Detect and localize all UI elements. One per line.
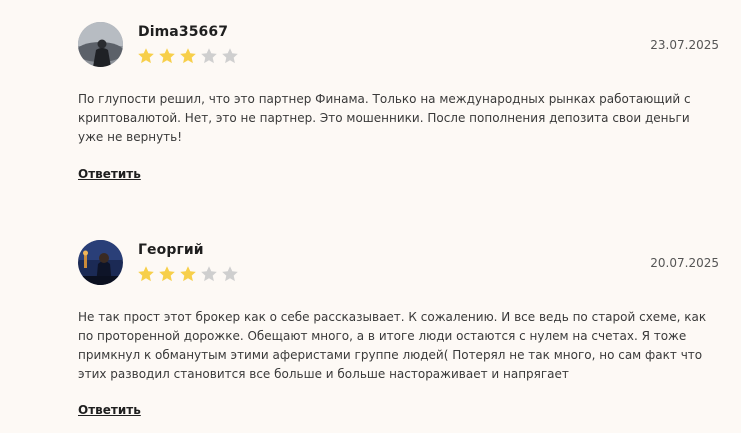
avatar <box>78 240 123 285</box>
reply-link[interactable]: Ответить <box>78 167 141 181</box>
star-filled-icon <box>138 266 154 282</box>
review-text: По глупости решил, что это партнер Финам… <box>78 92 691 144</box>
review-date: 20.07.2025 <box>650 256 719 270</box>
star-filled-icon <box>180 266 196 282</box>
review-date: 23.07.2025 <box>650 38 719 52</box>
reviews-list: Dima35667 23.07.2025 По глупости решил, … <box>0 0 741 433</box>
review-text: Не так прост этот брокер как о себе расс… <box>78 310 707 381</box>
rating-stars <box>137 47 239 65</box>
review-author: Dima35667 <box>138 24 229 40</box>
star-empty-icon <box>222 266 238 282</box>
rating-stars <box>137 265 239 283</box>
star-empty-icon <box>201 48 217 64</box>
reply-link[interactable]: Ответить <box>78 403 141 417</box>
star-filled-icon <box>180 48 196 64</box>
review-author: Георгий <box>138 242 204 258</box>
star-filled-icon <box>159 266 175 282</box>
star-filled-icon <box>159 48 175 64</box>
avatar <box>78 22 123 67</box>
star-empty-icon <box>222 48 238 64</box>
star-filled-icon <box>138 48 154 64</box>
star-empty-icon <box>201 266 217 282</box>
